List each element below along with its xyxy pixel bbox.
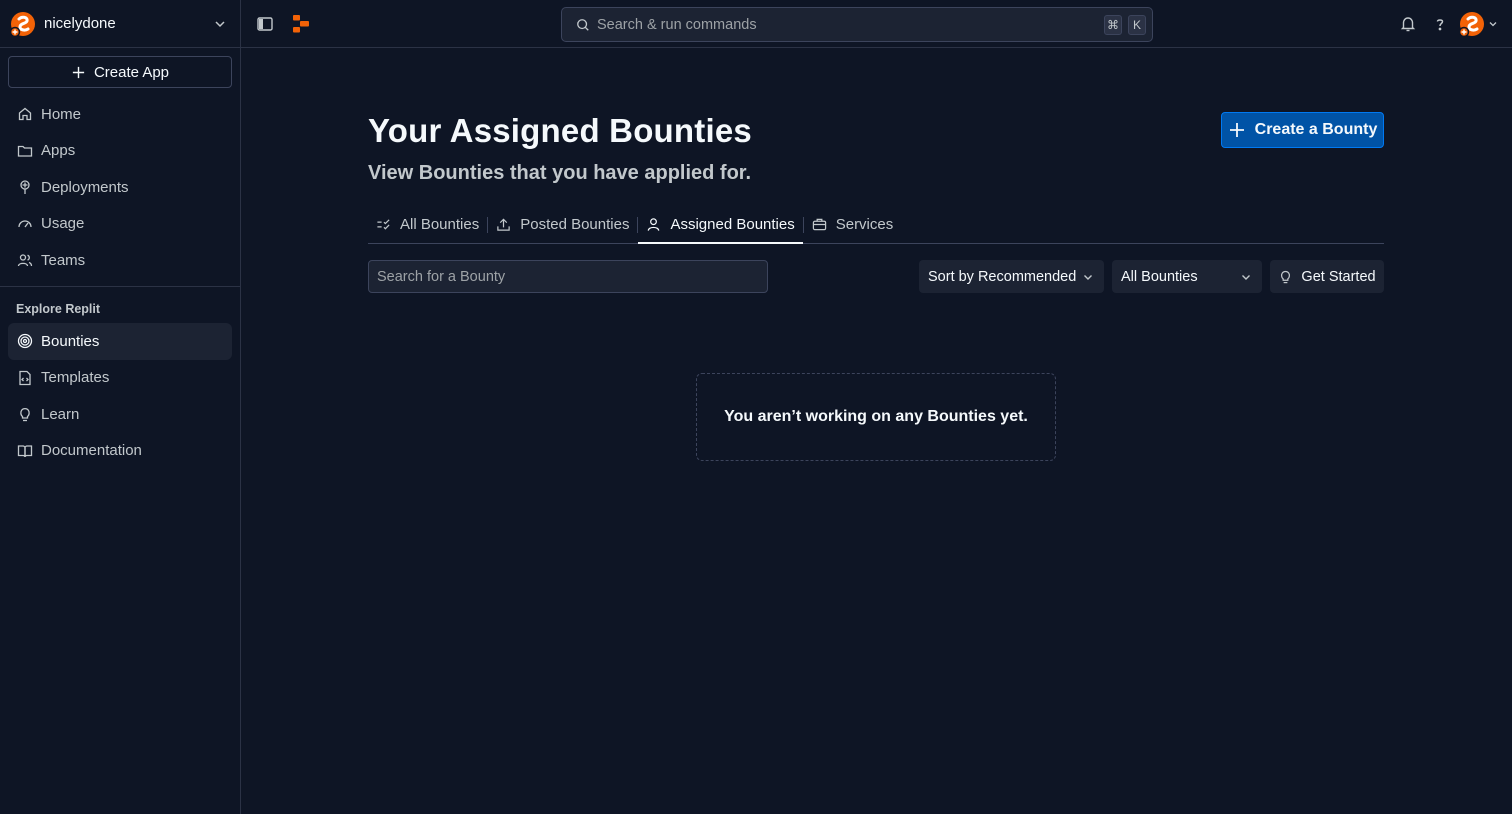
sidebar-item-deployments[interactable]: Deployments — [8, 169, 232, 206]
tab-label: All Bounties — [400, 216, 480, 233]
sort-select-label: Sort by Recommended — [928, 268, 1077, 285]
plus-icon — [72, 66, 85, 78]
workspace-avatar-icon — [10, 11, 36, 37]
bounty-tabs: All Bounties Posted Bounties Assigned Bo… — [368, 206, 1384, 244]
chevron-down-icon — [212, 16, 228, 32]
sidebar-item-label: Documentation — [41, 442, 142, 460]
create-app-label: Create App — [93, 63, 170, 81]
sidebar-item-label: Learn — [41, 405, 80, 423]
sidebar-toggle-icon[interactable] — [256, 15, 274, 33]
help-icon[interactable] — [1431, 15, 1449, 33]
bounties-icon — [17, 334, 33, 349]
sidebar: nicelydone Create App Home Apps Deployme… — [0, 0, 241, 814]
deployments-icon — [20, 180, 30, 195]
user-icon — [648, 218, 660, 231]
get-started-label: Get Started — [1301, 268, 1376, 285]
checklist-icon — [377, 219, 390, 230]
profile-menu[interactable] — [1459, 11, 1499, 37]
template-icon — [19, 370, 31, 385]
sidebar-item-apps[interactable]: Apps — [8, 133, 232, 170]
shortcut-key-k: K — [1128, 14, 1146, 35]
empty-state-message: You aren’t working on any Bounties yet. — [724, 408, 1028, 425]
sidebar-item-bounties[interactable]: Bounties — [8, 323, 232, 360]
empty-state: You aren’t working on any Bounties yet. — [696, 373, 1056, 461]
top-bar: Search & run commands ⌘ K — [241, 0, 1512, 48]
sidebar-item-usage[interactable]: Usage — [8, 206, 232, 243]
tab-label: Services — [835, 216, 894, 233]
tab-label: Assigned Bounties — [670, 216, 795, 233]
search-icon — [577, 18, 589, 31]
tab-label: Posted Bounties — [520, 216, 630, 233]
sidebar-item-label: Apps — [41, 142, 76, 160]
get-started-button[interactable]: Get Started — [1270, 260, 1384, 293]
folder-icon — [17, 145, 33, 157]
sidebar-item-home[interactable]: Home — [8, 96, 232, 133]
sidebar-item-templates[interactable]: Templates — [8, 360, 232, 397]
sidebar-item-label: Deployments — [41, 178, 129, 196]
app-root: nicelydone Create App Home Apps Deployme… — [0, 0, 1512, 814]
filter-select-label: All Bounties — [1121, 268, 1198, 285]
users-icon — [17, 254, 33, 267]
sort-select[interactable]: Sort by Recommended — [919, 260, 1104, 293]
shortcut-key-cmd: ⌘ — [1104, 14, 1122, 35]
primary-nav: Home Apps Deployments Usage Teams — [8, 96, 232, 279]
plus-icon — [1229, 123, 1244, 137]
sidebar-item-learn[interactable]: Learn — [8, 396, 232, 433]
upload-icon — [497, 218, 510, 231]
tab-posted-bounties[interactable]: Posted Bounties — [488, 206, 637, 243]
sidebar-item-documentation[interactable]: Documentation — [8, 433, 232, 470]
avatar — [1459, 11, 1485, 37]
create-app-button[interactable]: Create App — [8, 56, 232, 88]
chevron-down-icon — [1242, 274, 1250, 280]
sidebar-item-label: Templates — [41, 369, 110, 387]
replit-logo-icon[interactable] — [292, 14, 310, 34]
workspace-name: nicelydone — [44, 15, 116, 32]
briefcase-icon — [812, 218, 826, 231]
home-icon — [18, 107, 32, 121]
explore-section-title: Explore Replit — [16, 302, 101, 316]
explore-nav: Bounties Templates Learn Documentation — [8, 323, 232, 469]
command-search-input[interactable]: Search & run commands ⌘ K — [561, 7, 1153, 42]
chevron-down-icon — [1084, 274, 1092, 280]
bounty-filter-select[interactable]: All Bounties — [1112, 260, 1262, 293]
chevron-down-icon — [1487, 18, 1499, 30]
gauge-icon — [18, 220, 32, 228]
page-subtitle: View Bounties that you have applied for. — [368, 162, 752, 184]
command-search-placeholder: Search & run commands — [597, 16, 757, 33]
sidebar-item-label: Teams — [41, 251, 86, 269]
workspace-switcher[interactable]: nicelydone — [0, 0, 240, 48]
sidebar-divider — [0, 286, 240, 287]
create-bounty-label: Create a Bounty — [1254, 121, 1378, 138]
sidebar-item-label: Home — [41, 105, 82, 123]
tab-assigned-bounties[interactable]: Assigned Bounties — [638, 206, 803, 244]
sidebar-item-teams[interactable]: Teams — [8, 242, 232, 279]
sidebar-item-label: Bounties — [41, 332, 100, 350]
tab-all-bounties[interactable]: All Bounties — [368, 206, 487, 243]
lightbulb-icon — [20, 408, 30, 422]
create-bounty-button[interactable]: Create a Bounty — [1221, 112, 1384, 148]
bell-icon[interactable] — [1399, 15, 1417, 33]
sidebar-item-label: Usage — [41, 215, 85, 233]
book-icon — [17, 445, 33, 457]
bounty-search-input[interactable] — [368, 260, 768, 293]
lightbulb-icon — [1281, 270, 1291, 284]
page-title: Your Assigned Bounties — [368, 112, 752, 149]
tab-services[interactable]: Services — [804, 206, 902, 243]
